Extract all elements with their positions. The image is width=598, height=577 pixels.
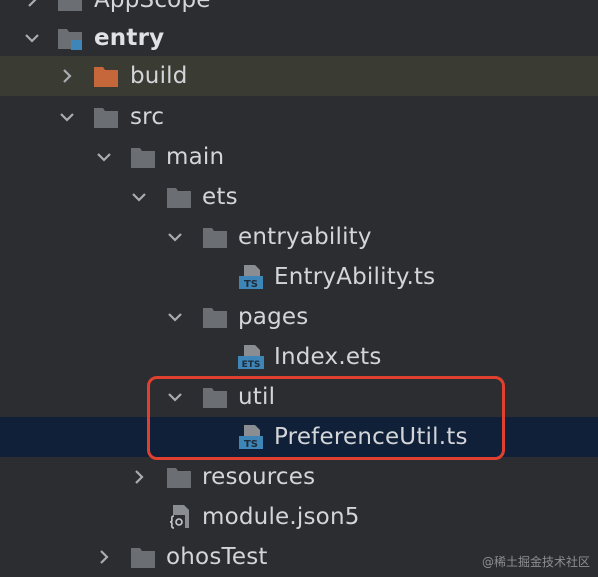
chevron-right-icon[interactable] xyxy=(94,547,114,567)
tree-label-module-json5: module.json5 xyxy=(202,504,360,530)
json-file-icon xyxy=(166,504,194,530)
ts-badge-text: TS xyxy=(244,279,258,290)
folder-icon xyxy=(201,304,229,330)
tree-row-entryability-ts[interactable]: TS EntryAbility.ts xyxy=(0,257,598,297)
tree-row-module-json5[interactable]: module.json5 xyxy=(0,497,598,537)
tree-row-pages[interactable]: pages xyxy=(0,297,598,337)
tree-label-main: main xyxy=(166,144,225,170)
folder-icon xyxy=(201,384,229,410)
tree-label-ets: ets xyxy=(202,184,238,210)
chevron-down-icon[interactable] xyxy=(94,147,114,167)
tree-label-entry: entry xyxy=(94,25,165,51)
build-folder-icon xyxy=(92,63,120,89)
tree-label-entryability: entryability xyxy=(238,224,372,250)
tree-row-entry[interactable]: entry xyxy=(0,18,598,58)
project-tree: AppScope entry build src main ets entrya… xyxy=(0,0,598,576)
tree-row-util[interactable]: util xyxy=(0,377,598,417)
tree-label-pages: pages xyxy=(238,304,309,330)
tree-label-index-ets: Index.ets xyxy=(274,344,382,370)
folder-icon xyxy=(165,464,193,490)
chevron-right-icon[interactable] xyxy=(22,0,42,10)
chevron-right-icon[interactable] xyxy=(129,467,149,487)
tree-label-build: build xyxy=(130,63,188,89)
module-folder-icon xyxy=(56,25,84,51)
folder-icon xyxy=(92,104,120,130)
tree-label-util: util xyxy=(238,384,276,410)
ts-badge-text: TS xyxy=(244,439,258,450)
chevron-down-icon[interactable] xyxy=(165,227,185,247)
tree-row-preferenceutil-ts[interactable]: TS PreferenceUtil.ts xyxy=(0,417,598,457)
tree-label-src: src xyxy=(130,104,165,130)
tree-label-resources: resources xyxy=(202,464,316,490)
tree-label-preferenceutil-ts: PreferenceUtil.ts xyxy=(274,424,468,450)
ets-file-icon: ETS xyxy=(237,344,265,370)
tree-row-entryability[interactable]: entryability xyxy=(0,217,598,257)
tree-row-main[interactable]: main xyxy=(0,137,598,177)
tree-label-entryability-ts: EntryAbility.ts xyxy=(274,264,436,290)
chevron-down-icon[interactable] xyxy=(165,387,185,407)
tree-row-resources[interactable]: resources xyxy=(0,457,598,497)
tree-label-appscope: AppScope xyxy=(94,0,211,13)
chevron-down-icon[interactable] xyxy=(22,28,42,48)
folder-icon xyxy=(165,184,193,210)
tree-row-appscope[interactable]: AppScope xyxy=(0,0,598,20)
watermark-text: @稀土掘金技术社区 xyxy=(481,555,590,569)
tree-row-index-ets[interactable]: ETS Index.ets xyxy=(0,337,598,377)
chevron-down-icon[interactable] xyxy=(165,307,185,327)
tree-row-build[interactable]: build xyxy=(0,56,598,96)
folder-icon xyxy=(129,544,157,570)
tree-row-src[interactable]: src xyxy=(0,97,598,137)
tree-label-ohostest: ohosTest xyxy=(166,544,268,570)
chevron-down-icon[interactable] xyxy=(57,107,77,127)
ets-badge-text: ETS xyxy=(242,360,261,370)
folder-icon xyxy=(201,224,229,250)
folder-icon xyxy=(129,144,157,170)
typescript-file-icon: TS xyxy=(237,424,265,450)
tree-row-ets[interactable]: ets xyxy=(0,177,598,217)
typescript-file-icon: TS xyxy=(237,264,265,290)
chevron-down-icon[interactable] xyxy=(129,187,149,207)
chevron-right-icon[interactable] xyxy=(57,66,77,86)
module-folder-icon xyxy=(56,0,84,13)
